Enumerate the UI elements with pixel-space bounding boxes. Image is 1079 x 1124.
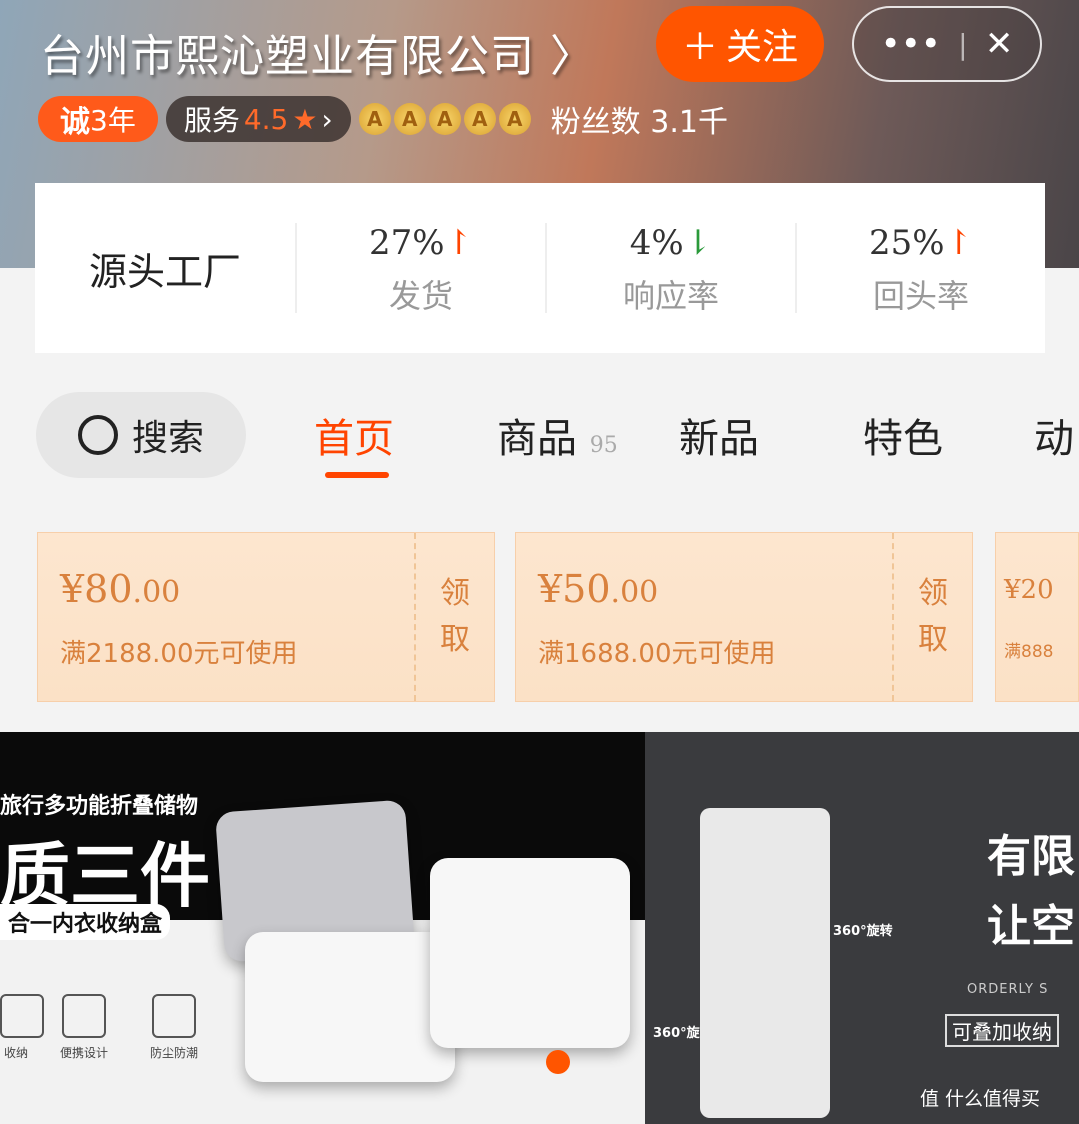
stat-shipping: 27%↾ 发货 xyxy=(295,223,545,315)
shop-tabs: 搜索 首页 商品 95 新品 特色 动 xyxy=(0,390,1079,480)
plus-icon: ＋ xyxy=(681,27,718,68)
cheng-badge: 诚 3年 xyxy=(38,96,158,142)
coupon: ¥80.00 满2188.00元可使用 领取 xyxy=(37,532,495,702)
carousel-indicator xyxy=(546,1050,570,1074)
follow-button[interactable]: ＋关注 xyxy=(656,6,824,82)
medal-icon: A xyxy=(393,103,426,135)
divider: | xyxy=(958,27,968,61)
feature-icon xyxy=(152,994,196,1038)
product-box xyxy=(245,932,455,1082)
service-rating-button[interactable]: 服务 4.5 ★ › xyxy=(165,96,351,142)
search-button[interactable]: 搜索 xyxy=(36,392,246,478)
arrow-up-icon: ↾ xyxy=(444,223,474,263)
claim-coupon-button[interactable]: 领取 xyxy=(414,533,494,701)
tab-new[interactable]: 新品 xyxy=(679,406,759,464)
tab-home[interactable]: 首页 xyxy=(314,406,394,464)
medal-rating: AAAAA xyxy=(358,103,531,135)
medal-icon: A xyxy=(358,103,391,135)
feature-icon xyxy=(0,994,44,1038)
star-icon: ★ xyxy=(292,102,318,136)
watermark: 值 什么值得买 xyxy=(920,1088,1041,1110)
medal-icon: A xyxy=(428,103,461,135)
medal-icon: A xyxy=(463,103,496,135)
product-box xyxy=(430,858,630,1048)
shop-name-link[interactable]: 台州市熙沁塑业有限公司 〉 xyxy=(40,20,595,84)
arrow-down-icon: ⇂ xyxy=(683,223,713,263)
source-factory-label: 源头工厂 xyxy=(88,249,241,294)
claim-coupon-button[interactable]: 领取 xyxy=(892,533,972,701)
shop-badges: 诚 3年 服务 4.5 ★ › AAAAA 粉丝数 3.1千 xyxy=(38,96,728,142)
chevron-right-icon: 〉 xyxy=(550,31,595,82)
chevron-right-icon: › xyxy=(321,102,333,136)
tab-featured[interactable]: 特色 xyxy=(863,406,943,464)
fans-count: 粉丝数 3.1千 xyxy=(550,105,728,140)
stat-repurchase-rate: 25%↾ 回头率 xyxy=(795,223,1045,315)
shop-stats-card: 源头工厂 27%↾ 发货 4%⇂ 响应率 25%↾ 回头率 xyxy=(35,183,1045,353)
product-shelf xyxy=(700,808,830,1118)
tab-activity[interactable]: 动 xyxy=(1034,406,1074,464)
feature-icon xyxy=(62,994,106,1038)
tab-products[interactable]: 商品 95 xyxy=(497,406,618,464)
close-icon[interactable]: ✕ xyxy=(985,24,1014,64)
arrow-up-icon: ↾ xyxy=(944,223,974,263)
active-tab-indicator xyxy=(325,472,389,478)
coupon: ¥50.00 满1688.00元可使用 领取 xyxy=(515,532,973,702)
capsule-menu: ••• | ✕ xyxy=(852,6,1042,82)
more-dots-icon[interactable]: ••• xyxy=(881,24,941,64)
search-icon xyxy=(77,415,118,455)
medal-icon: A xyxy=(498,103,531,135)
stat-response-rate: 4%⇂ 响应率 xyxy=(545,223,795,315)
coupon: ¥20 满888 xyxy=(995,532,1079,702)
